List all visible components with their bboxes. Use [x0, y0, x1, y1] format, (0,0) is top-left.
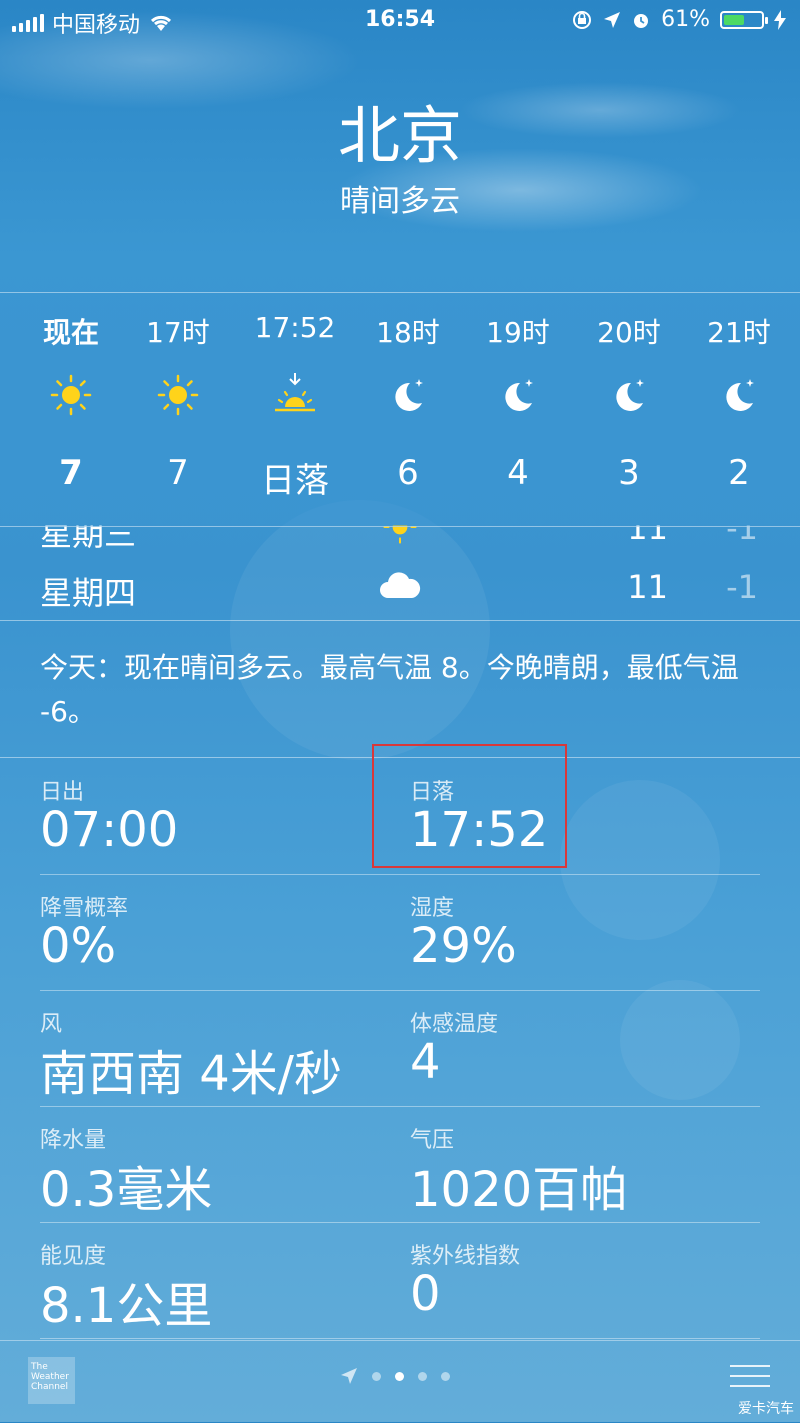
sun-icon	[383, 525, 417, 544]
detail-value: 4	[410, 1034, 441, 1090]
sun-icon	[157, 374, 199, 416]
hour-label: 17时	[146, 316, 210, 349]
day-low: -1	[726, 525, 758, 547]
page-dot[interactable]	[441, 1371, 450, 1381]
day-low: -1	[726, 568, 758, 606]
page-dot[interactable]	[418, 1371, 427, 1381]
daily-row: 星期四 11 -1	[0, 560, 800, 618]
location-icon	[604, 11, 621, 28]
page-indicator[interactable]	[340, 1367, 450, 1385]
day-name: 星期四	[40, 574, 137, 612]
detail-row: 风 南西南 4米/秒 体感温度 4	[40, 990, 760, 1107]
hour-temp: 3	[618, 453, 640, 493]
moon-icon	[726, 379, 754, 411]
detail-value: 07:00	[40, 802, 179, 858]
moon-icon	[616, 379, 644, 411]
moon-icon	[395, 379, 423, 411]
location-arrow-icon	[341, 1368, 357, 1384]
detail-row: 能见度 8.1公里 紫外线指数 0	[40, 1222, 760, 1339]
detail-sunrise: 日出 07:00	[40, 758, 400, 874]
daily-forecast[interactable]: 星期三 11 -1 星期四 11 -1	[0, 525, 800, 620]
sun-icon	[50, 374, 92, 416]
orientation-lock-icon	[573, 10, 592, 29]
hour-temp: 6	[397, 453, 419, 493]
page-dot[interactable]	[395, 1371, 404, 1381]
watermark: 爱卡汽车	[738, 1401, 794, 1417]
charging-icon	[774, 9, 786, 30]
highlight-annotation-box	[372, 744, 567, 868]
detail-humidity: 湿度 29%	[410, 874, 770, 990]
moon-icon	[505, 379, 533, 411]
hour-label: 19时	[486, 316, 550, 349]
daily-row: 星期三 11 -1	[0, 525, 800, 559]
detail-value: 0	[410, 1266, 441, 1322]
today-summary: 今天：现在晴间多云。最高气温 8。今晚晴朗，最低气温 -6。	[40, 651, 739, 728]
detail-value: 1020百帕	[410, 1162, 629, 1218]
status-bar: 中国移动 16:54 61%	[0, 0, 800, 40]
day-name: 星期三	[40, 525, 137, 553]
detail-value: 0%	[40, 918, 117, 974]
hour-temp: 4	[507, 453, 529, 493]
detail-row: 降水量 0.3毫米 气压 1020百帕	[40, 1106, 760, 1223]
detail-value: 8.1公里	[40, 1278, 213, 1334]
hour-label: 21时	[707, 316, 771, 349]
alarm-icon	[634, 13, 649, 28]
detail-uv-index: 紫外线指数 0	[410, 1222, 770, 1338]
city-list-icon[interactable]	[730, 1365, 770, 1395]
hour-label: 20时	[597, 316, 661, 349]
detail-value: 南西南 4米/秒	[40, 1046, 342, 1102]
detail-precipitation: 降水量 0.3毫米	[40, 1106, 400, 1222]
page-dot[interactable]	[372, 1371, 381, 1381]
hour-temp: 2	[728, 453, 750, 493]
cloud-icon	[380, 572, 421, 598]
sunset-icon	[275, 373, 315, 412]
detail-value: 29%	[410, 918, 517, 974]
battery-icon	[720, 10, 768, 29]
divider	[0, 620, 800, 621]
detail-wind: 风 南西南 4米/秒	[40, 990, 400, 1106]
bottom-toolbar: The Weather Channel	[0, 1340, 800, 1423]
hour-label: 17:52	[254, 311, 336, 344]
day-high: 11	[627, 525, 668, 547]
hour-label: 现在	[42, 316, 99, 349]
detail-visibility: 能见度 8.1公里	[40, 1222, 400, 1338]
city-name: 北京	[337, 99, 462, 172]
detail-feels-like: 体感温度 4	[410, 990, 770, 1106]
hour-temp: 7	[167, 453, 189, 493]
detail-value: 0.3毫米	[40, 1162, 213, 1218]
current-condition: 晴间多云	[340, 184, 460, 219]
detail-snow-chance: 降雪概率 0%	[40, 874, 400, 990]
hour-temp: 日落	[261, 461, 329, 501]
hour-temp: 7	[59, 453, 83, 493]
weather-channel-logo[interactable]: The Weather Channel	[28, 1357, 75, 1404]
hourly-forecast[interactable]: 现在 7 17时 7 17:52 日落 18时 6 19时 4 20时 3 21…	[0, 292, 800, 527]
hour-label: 18时	[376, 316, 440, 349]
detail-pressure: 气压 1020百帕	[410, 1106, 770, 1222]
battery-percent: 61%	[661, 7, 710, 32]
day-high: 11	[627, 568, 668, 606]
detail-row: 降雪概率 0% 湿度 29%	[40, 874, 760, 991]
